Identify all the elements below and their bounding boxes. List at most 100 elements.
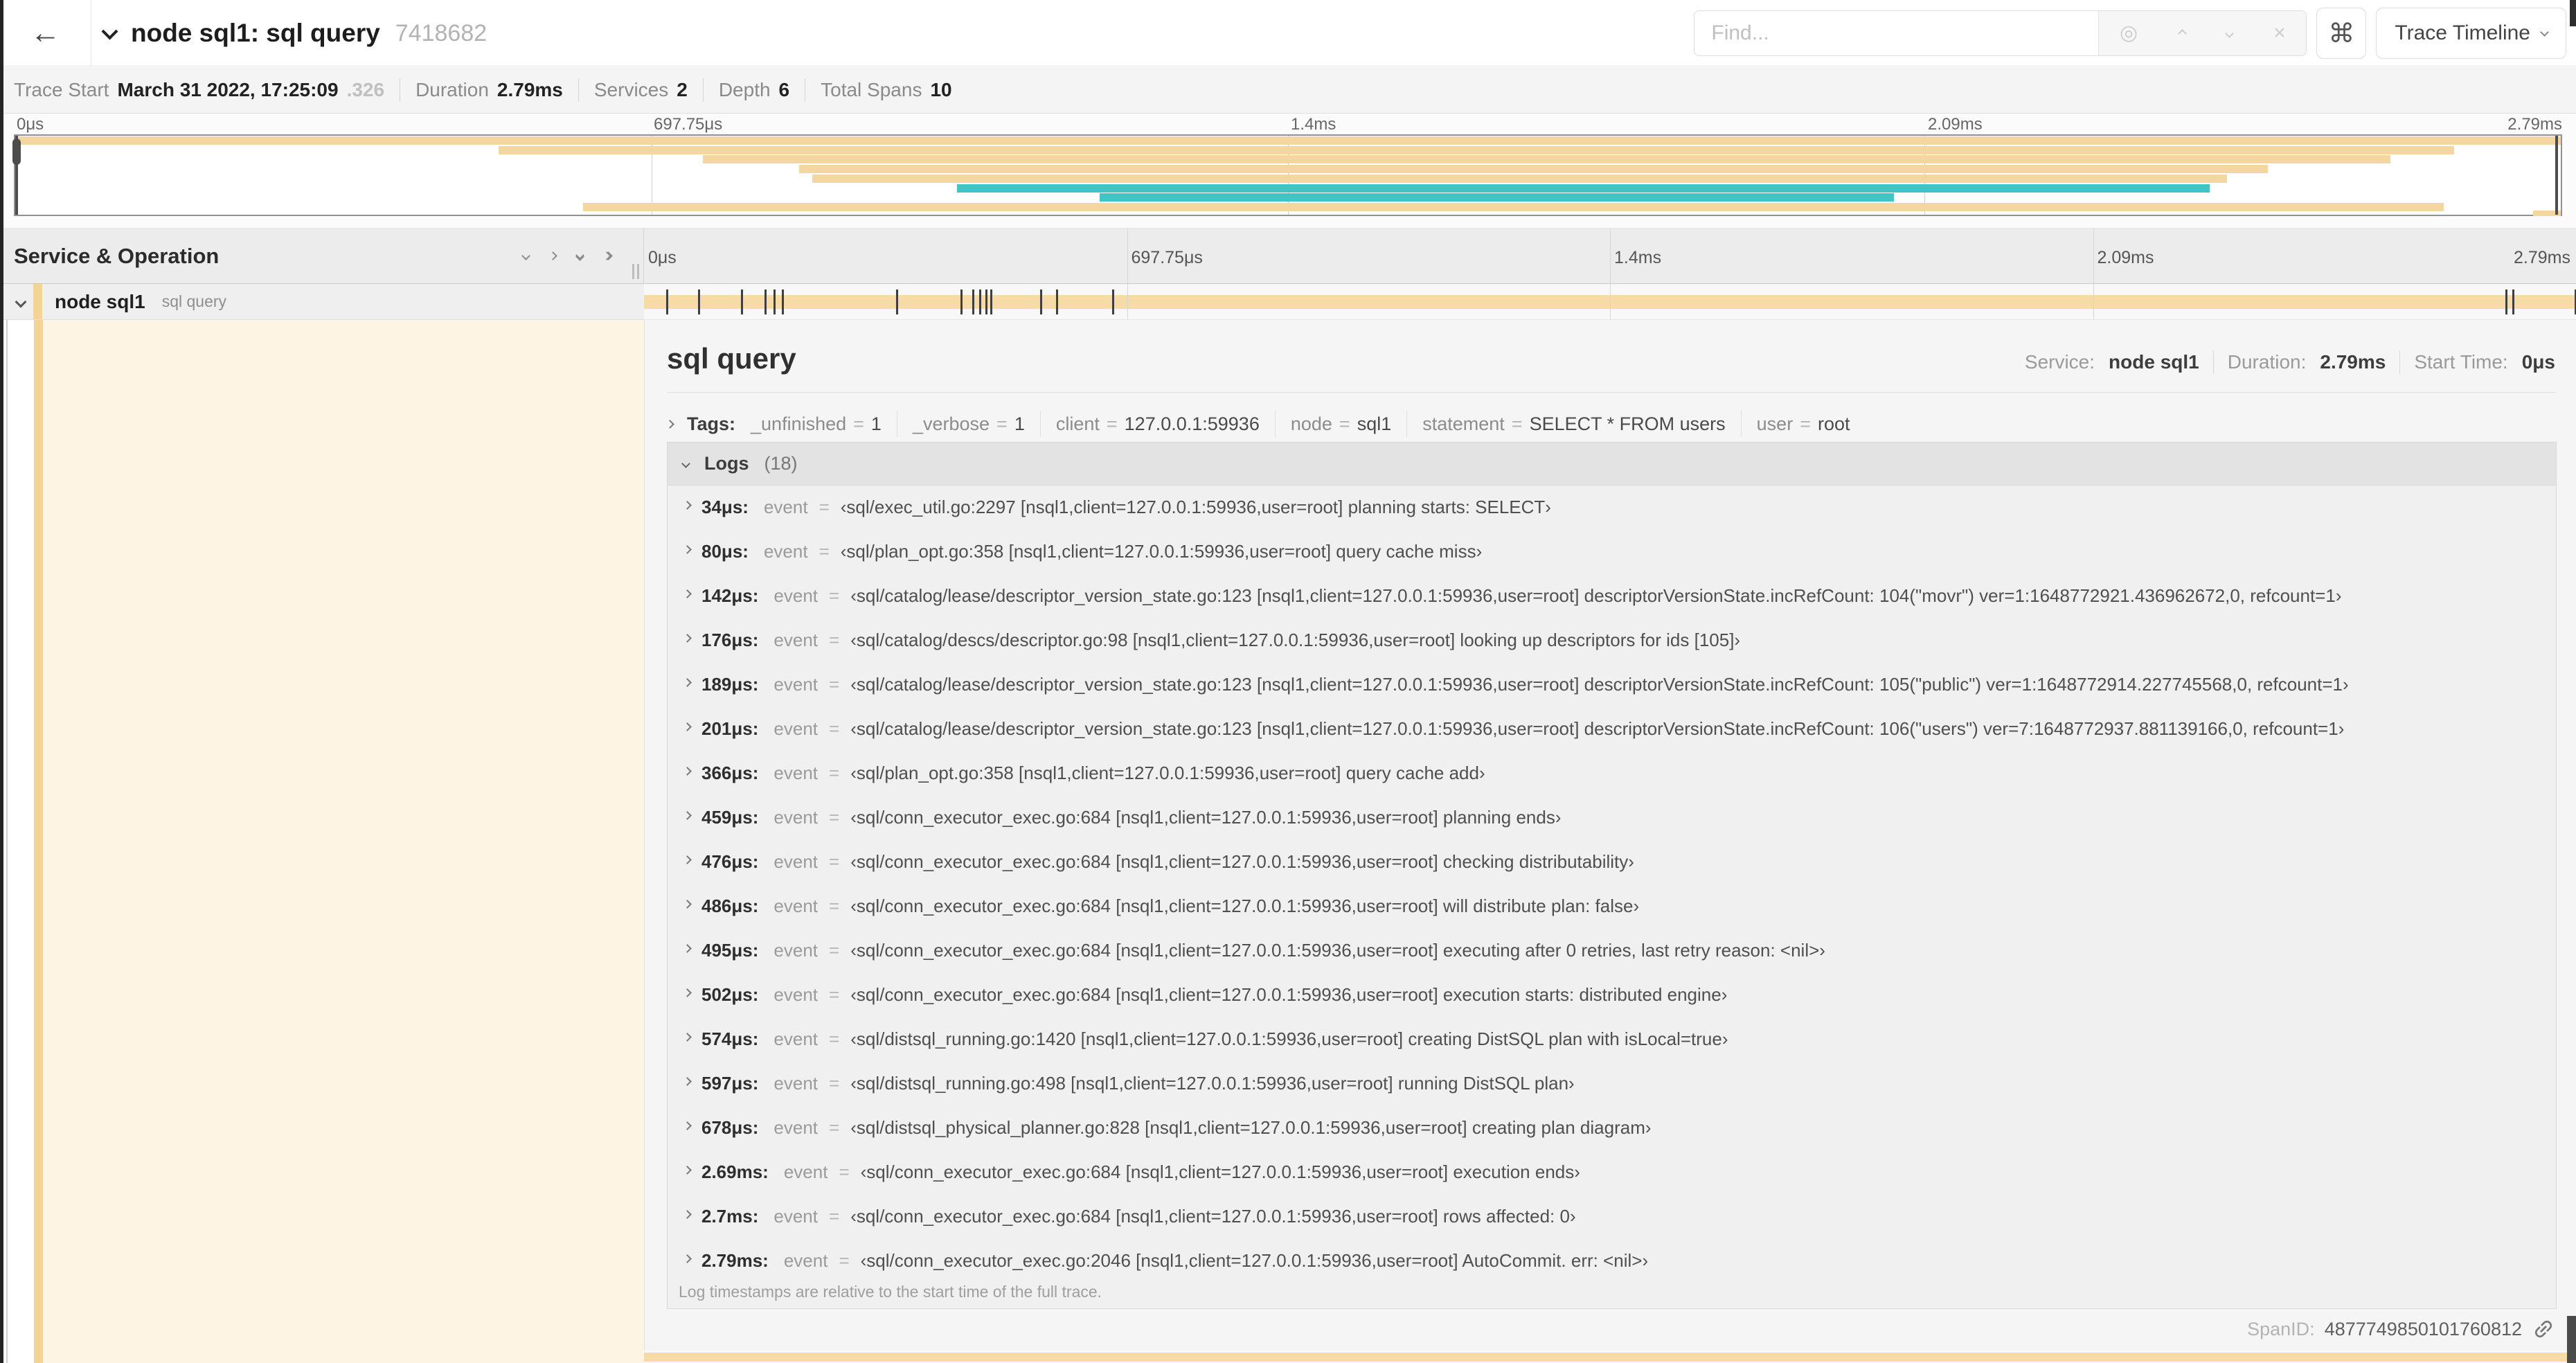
log-row[interactable]: 176μs: event = ‹sql/catalog/descs/descripto… [668,618,2556,663]
chevron-right-icon [683,1033,692,1042]
log-marker-tick [895,289,898,314]
log-equals: = [839,1161,850,1182]
tags-row: Tags: _unfinished = 1 _verbose = 1 client = 127.… [665,406,2557,442]
deep-link-icon[interactable] [2527,1312,2560,1346]
log-row[interactable]: 366μs: event = ‹sql/plan_opt.go:358 [nsql1,… [668,751,2556,796]
log-marker-tick [972,289,974,314]
log-timestamp: 189μs: [701,674,759,695]
view-selector-button[interactable]: Trace Timeline [2376,8,2566,59]
logs-header[interactable]: Logs (18) [668,443,2556,485]
stat-label: Trace Start [14,79,109,100]
log-row[interactable]: 459μs: event = ‹sql/conn_executor_exec.go:6… [668,796,2556,840]
collapse-all-icon[interactable] [575,251,584,261]
expand-one-icon[interactable] [548,251,557,260]
ruler-tick-label: 0μs [648,248,677,267]
minimap-span-bar [799,165,2269,173]
log-row[interactable]: 2.7ms: event = ‹sql/conn_executor_exec.go:6… [668,1195,2556,1239]
log-row[interactable]: 495μs: event = ‹sql/conn_executor_exec.go:6… [668,929,2556,973]
stat-value: 2 [677,79,688,100]
tags-toggle[interactable]: Tags: [665,413,735,435]
stat-value: 6 [778,79,790,100]
chevron-right-icon [665,419,674,429]
log-marker-tick [2512,289,2514,314]
log-message: ‹sql/distsql_running.go:1420 [nsql1,clie… [850,1028,1728,1049]
minimap-left-scrubber-grip[interactable] [12,139,21,165]
log-row[interactable]: 574μs: event = ‹sql/distsql_running.go:1420… [668,1017,2556,1062]
log-row[interactable]: 142μs: event = ‹sql/catalog/lease/descripto… [668,574,2556,618]
chevron-right-icon [683,501,692,510]
scrollbar-thumb[interactable] [2567,1316,2576,1363]
minimap-tick-label: 2.09ms [1928,115,1983,134]
log-timestamp: 574μs: [701,1028,759,1049]
log-field-name: event [773,718,819,739]
stat-label: Duration [415,79,489,100]
chevron-right-icon [683,1210,692,1219]
log-timestamp: 366μs: [701,763,759,783]
log-row[interactable]: 189μs: event = ‹sql/catalog/lease/descripto… [668,663,2556,707]
log-row[interactable]: 597μs: event = ‹sql/distsql_running.go:498 … [668,1062,2556,1106]
back-button[interactable]: ← [0,0,91,66]
log-row[interactable]: 2.69ms: event = ‹sql/conn_executor_exec.go:… [668,1150,2556,1195]
chevron-right-icon [683,545,692,554]
log-equals: = [829,851,840,872]
stat-value: 10 [930,79,952,100]
timeline-ruler: 0μs 697.75μs 1.4ms 2.09ms 2.79ms [644,229,2576,284]
chevron-right-icon [683,722,692,731]
minimap-span-bar [499,146,2454,154]
expand-all-icon[interactable] [602,251,613,260]
log-message: ‹sql/distsql_running.go:498 [nsql1,clien… [850,1073,1575,1094]
log-row[interactable]: 34μs: event = ‹sql/exec_util.go:2297 [nsql1… [668,485,2556,530]
span-bar-row[interactable] [644,284,2576,320]
minimap-canvas[interactable] [12,134,2562,216]
tag-key: user [1756,413,1794,434]
span-id-value: 4877749850101760812 [2324,1318,2522,1339]
tag-key: node [1290,413,1332,434]
collapse-trace-chevron-icon[interactable] [101,22,118,40]
meta-label: Start Time: [2414,351,2508,373]
ruler-gridline [2093,229,2094,283]
log-row[interactable]: 486μs: event = ‹sql/conn_executor_exec.go:6… [668,884,2556,929]
tag-equals: = [1511,413,1523,434]
chevron-up-icon[interactable] [2177,28,2187,38]
span-id-label: SpanID: [2247,1318,2315,1339]
log-message: ‹sql/conn_executor_exec.go:684 [nsql1,cl… [850,940,1825,961]
tag-equals: = [1106,413,1118,434]
column-resizer-handle[interactable] [632,264,639,279]
span-row-label[interactable]: node sql1 sql query [0,284,644,320]
log-row[interactable]: 201μs: event = ‹sql/catalog/lease/descripto… [668,707,2556,751]
log-marker-tick [979,289,981,314]
minimap-tick-label: 2.79ms [2507,115,2562,134]
log-marker-tick [960,289,963,314]
tag-divider [1274,411,1276,437]
clear-icon[interactable]: × [2273,23,2286,44]
log-row[interactable]: 80μs: event = ‹sql/plan_opt.go:358 [nsql1,c… [668,530,2556,574]
log-marker-tick [985,289,987,314]
log-row[interactable]: 2.79ms: event = ‹sql/conn_executor_exec.go:… [668,1239,2556,1283]
span-collapse-chevron-icon[interactable] [15,296,27,308]
span-detail-meta: Service: node sql1 Duration: 2.79ms Start Ti… [2025,350,2555,374]
keyboard-shortcuts-button[interactable]: ⌘ [2316,8,2367,59]
row-gridline [1127,284,1128,319]
log-row[interactable]: 476μs: event = ‹sql/conn_executor_exec.go:6… [668,840,2556,884]
locate-icon[interactable]: ◎ [2120,23,2138,44]
log-marker-tick [1040,289,1042,314]
find-input[interactable] [1694,11,2099,55]
log-equals: = [819,541,830,562]
log-equals: = [829,807,840,828]
log-timestamp: 201μs: [701,718,759,739]
chevron-right-icon [683,634,692,643]
chevron-down-icon[interactable] [2224,28,2234,38]
log-field-name: event [773,630,819,650]
chevron-right-icon [683,1077,692,1086]
log-row[interactable]: 502μs: event = ‹sql/conn_executor_exec.go:6… [668,973,2556,1017]
meta-label: Service: [2024,351,2095,373]
log-message: ‹sql/exec_util.go:2297 [nsql1,client=127… [840,497,1551,517]
log-row[interactable]: 678μs: event = ‹sql/distsql_physical_planne… [668,1106,2556,1150]
log-timestamp: 2.69ms: [701,1161,769,1182]
minimap-right-scrubber[interactable] [2555,136,2558,215]
collapse-one-icon[interactable] [521,251,530,260]
logs-note: Log timestamps are relative to the start… [679,1283,1102,1301]
span-row: node sql1 sql query [0,284,2576,320]
stat-label: Depth [718,79,771,100]
tag-key: _verbose [912,413,990,434]
